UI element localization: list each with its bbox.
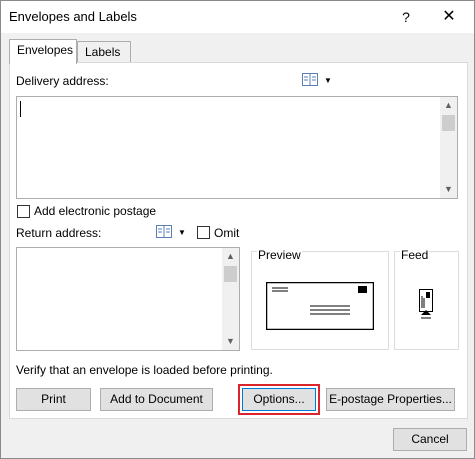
return-address-label: Return address: bbox=[16, 226, 102, 240]
help-button[interactable]: ? bbox=[391, 5, 421, 29]
add-postage-label: Add electronic postage bbox=[34, 204, 157, 218]
preview-label: Preview bbox=[257, 248, 302, 262]
feed-icon bbox=[419, 289, 433, 319]
return-address-field[interactable]: ▲ ▼ bbox=[16, 247, 240, 351]
status-text: Verify that an envelope is loaded before… bbox=[16, 363, 273, 377]
tab-envelopes[interactable]: Envelopes bbox=[9, 39, 77, 64]
close-button[interactable]: ✕ bbox=[434, 5, 464, 29]
delivery-dropdown-arrow-icon[interactable]: ▼ bbox=[324, 76, 332, 85]
options-button[interactable]: Options... bbox=[238, 384, 320, 415]
cancel-button[interactable]: Cancel bbox=[393, 428, 467, 451]
return-dropdown-arrow-icon[interactable]: ▼ bbox=[178, 228, 186, 237]
add-to-document-button[interactable]: Add to Document bbox=[100, 388, 213, 411]
delivery-address-field[interactable]: ▲ ▼ bbox=[16, 96, 458, 199]
scroll-up-icon[interactable]: ▲ bbox=[440, 97, 457, 114]
scroll-down-icon[interactable]: ▼ bbox=[222, 333, 239, 350]
epostage-properties-button[interactable]: E-postage Properties... bbox=[326, 388, 455, 411]
tab-labels[interactable]: Labels bbox=[77, 41, 131, 63]
tab-envelopes-label: Envelopes bbox=[17, 43, 74, 57]
dialog-title: Envelopes and Labels bbox=[9, 9, 137, 24]
scroll-up-icon[interactable]: ▲ bbox=[222, 248, 239, 265]
return-scrollbar[interactable]: ▲ ▼ bbox=[222, 248, 239, 350]
envelopes-panel: Delivery address: ▼ ▲ ▼ Add electronic p… bbox=[9, 62, 468, 419]
preview-box[interactable]: Preview bbox=[251, 248, 389, 350]
delivery-address-label: Delivery address: bbox=[16, 74, 109, 88]
delivery-address-book-icon[interactable] bbox=[302, 73, 318, 89]
print-button[interactable]: Print bbox=[16, 388, 91, 411]
scroll-thumb[interactable] bbox=[442, 115, 455, 131]
scroll-thumb[interactable] bbox=[224, 266, 237, 282]
return-address-book-icon[interactable] bbox=[156, 225, 172, 241]
omit-checkbox[interactable] bbox=[197, 226, 210, 239]
omit-label: Omit bbox=[214, 226, 240, 240]
envelopes-labels-dialog: Envelopes and Labels ? ✕ Envelopes Label… bbox=[0, 0, 475, 459]
envelope-preview-icon bbox=[266, 282, 374, 330]
delivery-scrollbar[interactable]: ▲ ▼ bbox=[440, 97, 457, 198]
text-cursor bbox=[20, 101, 21, 117]
feed-box[interactable]: Feed bbox=[394, 248, 459, 350]
add-postage-checkbox[interactable] bbox=[17, 205, 30, 218]
feed-label: Feed bbox=[400, 248, 430, 262]
tab-labels-label: Labels bbox=[85, 45, 121, 59]
scroll-down-icon[interactable]: ▼ bbox=[440, 181, 457, 198]
title-bar: Envelopes and Labels ? ✕ bbox=[1, 1, 474, 33]
